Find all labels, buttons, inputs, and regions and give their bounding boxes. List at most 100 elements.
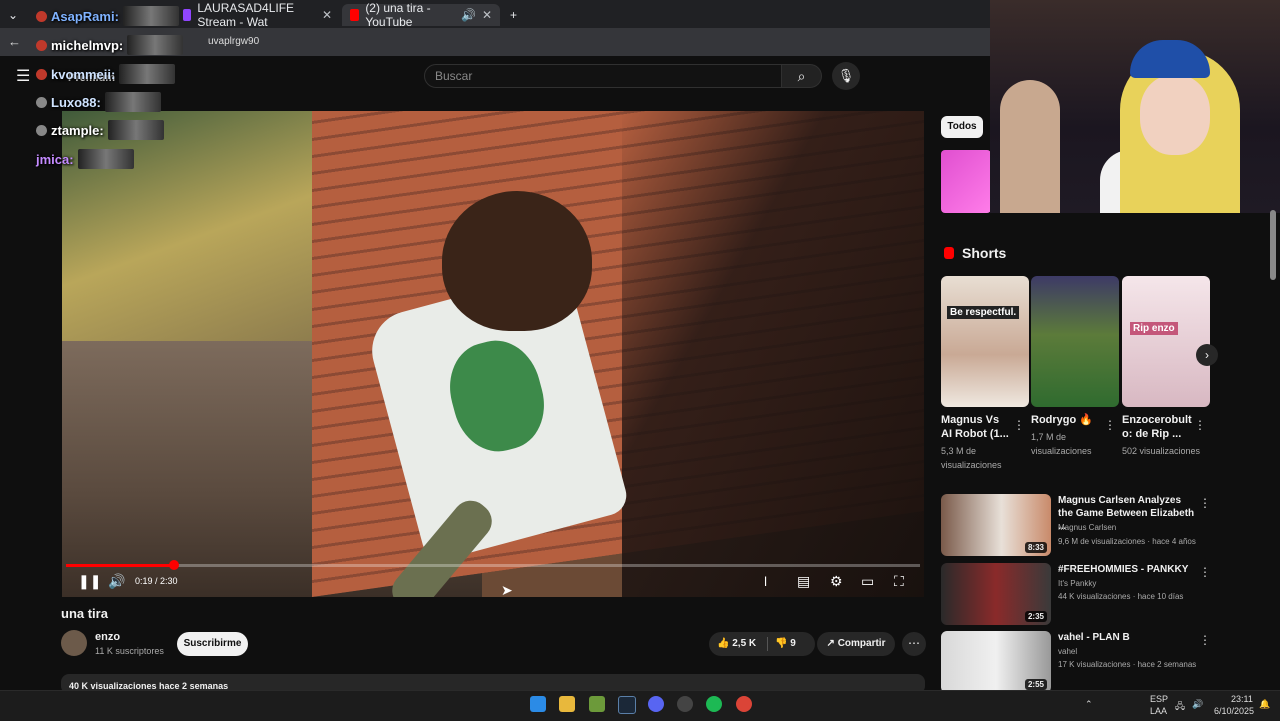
recommended-video[interactable]: 8:33 Magnus Carlsen Analyzes the Game Be… bbox=[941, 494, 1211, 556]
more-icon[interactable]: ⋮ bbox=[1199, 633, 1211, 647]
recommended-title[interactable]: #FREEHOMMIES - PANKKY bbox=[1058, 563, 1196, 576]
recommended-channel[interactable]: Magnus Carlsen bbox=[1058, 523, 1116, 532]
emote-icon bbox=[122, 6, 179, 26]
subscriber-count: 11 K suscriptores bbox=[95, 646, 164, 656]
recommended-meta: 9,6 M de visualizaciones · hace 4 años bbox=[1058, 537, 1196, 546]
tab-stream[interactable]: LAURASAD4LIFE Stream - Wat ✕ bbox=[175, 1, 340, 29]
search-button[interactable]: ⌕ bbox=[782, 64, 822, 88]
language-indicator-sub[interactable]: LAA bbox=[1150, 706, 1167, 716]
short-title[interactable]: Magnus Vs AI Robot (1... bbox=[941, 413, 1011, 441]
more-icon[interactable]: ⋮ bbox=[1013, 418, 1025, 432]
voice-search-button[interactable]: 🎙 bbox=[832, 62, 860, 90]
more-icon[interactable]: ⋮ bbox=[1199, 565, 1211, 579]
like-dislike-group: 👍 2,5 K 👎 9 bbox=[709, 632, 815, 656]
autoplay-toggle[interactable]: ⏽ bbox=[760, 573, 771, 589]
recommended-title[interactable]: vahel - PLAN B bbox=[1058, 631, 1196, 644]
spotify-icon[interactable] bbox=[706, 696, 722, 712]
more-icon[interactable]: ⋮ bbox=[1194, 418, 1206, 432]
discord-icon[interactable] bbox=[648, 696, 664, 712]
emote-icon bbox=[119, 64, 176, 84]
chip-all[interactable]: Todos bbox=[941, 116, 983, 138]
channel-name[interactable]: enzo bbox=[95, 631, 120, 643]
more-icon[interactable]: ⋮ bbox=[1199, 496, 1211, 510]
scrollbar[interactable] bbox=[1270, 210, 1276, 280]
pause-icon[interactable]: ❚❚ bbox=[78, 573, 101, 589]
volume-icon[interactable]: 🔊 bbox=[108, 573, 125, 589]
short-views: 5,3 M de visualizaciones bbox=[941, 446, 1002, 470]
back-arrow-icon[interactable]: ← bbox=[8, 34, 21, 49]
short-views: 1,7 M de visualizaciones bbox=[1031, 432, 1092, 456]
short-thumbnail[interactable]: Be respectful. bbox=[941, 276, 1029, 407]
badge-icon bbox=[36, 10, 47, 22]
short-title[interactable]: Enzocerobult o: de Rip ... bbox=[1122, 413, 1192, 441]
close-icon[interactable]: ✕ bbox=[322, 8, 332, 22]
short-thumbnail[interactable] bbox=[1031, 276, 1119, 407]
channel-avatar[interactable] bbox=[61, 630, 87, 656]
fullscreen-icon[interactable]: ⛶ bbox=[894, 573, 904, 589]
progress-bar[interactable] bbox=[66, 564, 920, 567]
badge-icon bbox=[36, 68, 47, 80]
obs-icon[interactable] bbox=[677, 696, 693, 712]
menu-icon[interactable]: ☰ bbox=[16, 66, 30, 86]
time-display: 0:19 / 2:30 bbox=[135, 576, 178, 586]
video-player[interactable] bbox=[62, 111, 924, 597]
duration-badge: 2:35 bbox=[1024, 611, 1047, 622]
url-text[interactable]: uvaplrgw90 bbox=[208, 36, 259, 47]
dislike-button[interactable]: 👎 9 bbox=[775, 632, 796, 656]
clock-time[interactable]: 23:11 bbox=[1231, 694, 1253, 704]
tab-list-button[interactable]: ⌄ bbox=[0, 4, 26, 26]
chat-message: michelmvp: bbox=[36, 35, 184, 55]
speaker-icon[interactable]: 🔊 bbox=[461, 8, 476, 22]
duration-badge: 2:55 bbox=[1024, 679, 1047, 690]
shorts-header: Shorts bbox=[944, 245, 1006, 261]
notification-icon[interactable]: 🔔 bbox=[1259, 699, 1270, 710]
duration-badge: 8:33 bbox=[1024, 542, 1047, 553]
language-indicator[interactable]: ESP bbox=[1150, 694, 1168, 704]
video-frame-person bbox=[362, 191, 631, 597]
badge-icon bbox=[36, 96, 47, 108]
chrome-icon[interactable] bbox=[736, 696, 752, 712]
file-explorer-icon[interactable] bbox=[559, 696, 575, 712]
chevron-right-icon: › bbox=[1205, 348, 1209, 362]
settings-gear-icon[interactable]: ⚙ bbox=[830, 573, 843, 589]
short-views: 502 visualizaciones bbox=[1122, 446, 1201, 456]
app-icon[interactable] bbox=[589, 696, 605, 712]
emote-icon bbox=[127, 35, 184, 55]
like-button[interactable]: 👍 2,5 K bbox=[717, 632, 756, 656]
network-icon[interactable]: 🖧 bbox=[1175, 699, 1185, 715]
short-title[interactable]: Rodrygo 🔥 bbox=[1031, 413, 1101, 427]
recommended-channel[interactable]: It's Pankky bbox=[1058, 579, 1096, 588]
shorts-next-button[interactable]: › bbox=[1196, 344, 1218, 366]
search-input[interactable]: Buscar bbox=[424, 64, 782, 88]
windows-start-icon[interactable] bbox=[530, 696, 546, 712]
share-button[interactable]: ↗ Compartir bbox=[817, 632, 895, 656]
video-frame-shadow bbox=[622, 111, 924, 597]
plus-icon: + bbox=[510, 8, 518, 22]
twitch-icon bbox=[183, 9, 192, 21]
chevron-up-icon[interactable]: ⌃ bbox=[1085, 699, 1093, 710]
recommended-video[interactable]: 2:55 vahel - PLAN B vahel 17 K visualiza… bbox=[941, 631, 1211, 693]
short-thumbnail[interactable]: Rip enzo bbox=[1122, 276, 1210, 407]
subscribe-button[interactable]: Suscribirme bbox=[177, 632, 248, 656]
more-actions-button[interactable]: ⋯ bbox=[902, 632, 926, 656]
emote-icon bbox=[107, 120, 164, 140]
theater-mode-icon[interactable]: ▭ bbox=[861, 573, 874, 589]
search-icon: ⌕ bbox=[797, 68, 806, 84]
more-icon[interactable]: ⋮ bbox=[1104, 418, 1116, 432]
subtitles-icon[interactable]: ▤ bbox=[797, 573, 810, 589]
steam-icon[interactable] bbox=[618, 696, 636, 714]
recommended-video[interactable]: 2:35 #FREEHOMMIES - PANKKY It's Pankky 4… bbox=[941, 563, 1211, 625]
ad-thumbnail[interactable] bbox=[941, 150, 991, 213]
progress-scrubber[interactable] bbox=[169, 560, 179, 570]
webcam-overlay bbox=[990, 0, 1280, 213]
more-icon: ⋯ bbox=[908, 636, 920, 650]
tab-youtube[interactable]: (2) una tira - YouTube 🔊 ✕ bbox=[342, 1, 500, 29]
clock-date[interactable]: 6/10/2025 bbox=[1214, 706, 1254, 716]
close-icon[interactable]: ✕ bbox=[482, 8, 492, 22]
recommended-channel[interactable]: vahel bbox=[1058, 647, 1077, 656]
new-tab-button[interactable]: + bbox=[502, 4, 524, 26]
volume-icon[interactable]: 🔊 bbox=[1192, 699, 1203, 710]
chat-message: ztample: bbox=[36, 120, 164, 140]
recommended-meta: 44 K visualizaciones · hace 10 días bbox=[1058, 592, 1184, 601]
shorts-icon bbox=[944, 247, 954, 259]
